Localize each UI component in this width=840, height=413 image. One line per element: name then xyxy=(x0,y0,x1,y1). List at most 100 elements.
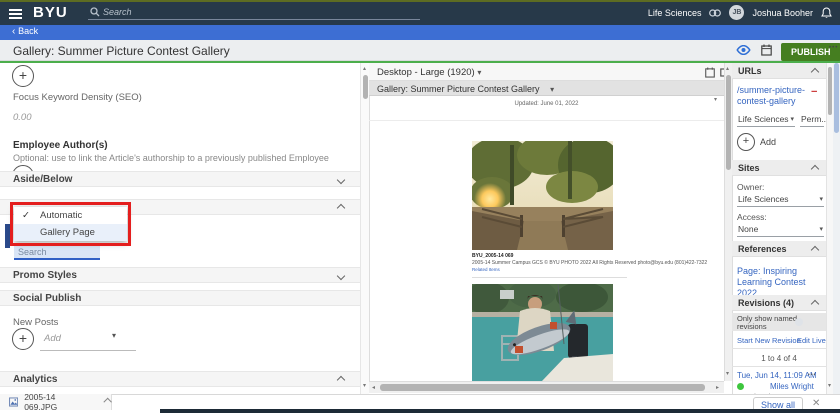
add-url-label[interactable]: Add xyxy=(760,137,776,147)
left-panel-scrollbar[interactable]: ▴ ▾ xyxy=(360,63,369,394)
section-aside-below[interactable]: Aside/Below xyxy=(0,171,360,187)
brightspot-cms-window: BYU Search Life Sciences JB Joshua Boohe… xyxy=(0,0,840,413)
caret-down-icon: ▾ xyxy=(819,196,823,203)
search-input[interactable]: Search xyxy=(103,7,132,17)
named-revisions-label: Only show named revisions xyxy=(737,314,798,331)
page-type-dropdown-menu: ✓ Automatic Gallery Page xyxy=(14,207,127,241)
section-analytics[interactable]: Analytics xyxy=(0,371,360,387)
caret-down-icon: ▾ xyxy=(550,85,555,94)
add-post-button[interactable]: + xyxy=(12,328,34,350)
top-navbar: BYU Search Life Sciences JB Joshua Boohe… xyxy=(0,0,840,25)
revision-author-link[interactable]: Miles Wright xyxy=(770,382,814,391)
chevron-up-icon xyxy=(336,375,346,385)
link-icon[interactable] xyxy=(709,8,722,17)
more-actions-button[interactable]: ••• xyxy=(829,45,838,51)
caret-down-icon: ▾ xyxy=(819,226,823,233)
revisions-pager: 1 to 4 of 4 xyxy=(761,354,797,363)
new-posts-label: New Posts xyxy=(13,317,59,328)
selected-item-indicator xyxy=(5,224,10,248)
widgets-panel-scrollbar[interactable]: ▾ xyxy=(826,63,833,394)
chevron-down-icon xyxy=(336,271,346,281)
preview-vertical-scrollbar[interactable]: ▴ ▾ xyxy=(724,63,732,381)
photo-sunset-boardwalk xyxy=(472,141,613,250)
current-site-label[interactable]: Life Sciences xyxy=(648,8,702,18)
preview-divider xyxy=(369,120,724,121)
scroll-right-icon[interactable]: ▸ xyxy=(716,385,719,391)
access-label: Access: xyxy=(737,212,767,222)
search-icon xyxy=(90,7,100,17)
url-link[interactable]: /summer-picture-contest-gallery xyxy=(737,85,809,107)
section-social-publish[interactable]: Social Publish xyxy=(0,290,360,306)
preview-device-bar: Desktop - Large (1920) ▾ xyxy=(369,63,730,81)
add-url-button[interactable]: + xyxy=(737,133,755,151)
start-new-revision-link[interactable]: Start New Revision xyxy=(737,336,801,345)
scrollbar-thumb[interactable] xyxy=(834,63,839,133)
focus-keyword-value: 0.00 xyxy=(13,112,32,123)
sites-section-header[interactable]: Sites xyxy=(732,160,826,176)
preview-eye-icon[interactable] xyxy=(736,45,751,55)
preview-page-tab-bar: Gallery: Summer Picture Contest Gallery … xyxy=(369,81,724,96)
scroll-up-icon[interactable]: ▴ xyxy=(726,66,729,72)
uploaded-file-chip[interactable]: 2005-14 069.JPG xyxy=(0,392,113,412)
schedule-calendar-icon[interactable] xyxy=(761,44,772,56)
notification-bell-icon[interactable] xyxy=(821,6,832,19)
avatar[interactable]: JB xyxy=(729,5,745,20)
scrollbar-thumb[interactable] xyxy=(363,75,368,99)
edit-live-link[interactable]: Edit Live xyxy=(797,336,826,345)
caret-down-icon: ▾ xyxy=(790,116,794,123)
employee-author-help: Optional: use to link the Article's auth… xyxy=(13,153,329,163)
scroll-down-icon[interactable]: ▾ xyxy=(363,383,366,389)
user-name[interactable]: Joshua Booher xyxy=(752,8,813,18)
preview-updated-line: Updated: June 01, 2022 xyxy=(514,101,579,107)
dropdown-option-gallery-page[interactable]: Gallery Page xyxy=(14,224,127,241)
scroll-left-icon[interactable]: ◂ xyxy=(372,385,375,391)
scrollbar-thumb[interactable] xyxy=(380,384,705,391)
owner-select[interactable]: Life Sciences ▾ xyxy=(737,192,824,207)
chevron-down-icon xyxy=(336,175,346,185)
device-size-select[interactable]: Desktop - Large (1920) ▾ xyxy=(377,67,481,78)
photo-man-with-fish xyxy=(472,284,613,381)
preview-horizontal-scrollbar[interactable]: ◂ ▸ xyxy=(369,381,724,393)
window-scrollbar[interactable] xyxy=(833,63,840,394)
caret-down-icon: ▾ xyxy=(477,68,482,77)
back-button[interactable]: ‹ Back xyxy=(12,26,38,37)
chevron-up-icon[interactable] xyxy=(104,397,113,407)
scroll-down-icon[interactable]: ▾ xyxy=(828,383,831,389)
scrollbar-thumb[interactable] xyxy=(726,75,731,170)
named-revisions-row: Only show named revisions xyxy=(732,313,826,331)
focus-keyword-label: Focus Keyword Density (SEO) xyxy=(13,92,142,103)
photo1-caption-title: BYU_2005-14 069 xyxy=(472,253,514,259)
preview-calendar-icon[interactable] xyxy=(705,67,715,78)
access-select[interactable]: None ▾ xyxy=(737,222,824,237)
remove-url-button[interactable]: − xyxy=(811,86,817,98)
photo1-caption-link[interactable]: Related Items xyxy=(472,267,500,272)
chevron-up-icon xyxy=(810,245,820,255)
image-file-icon xyxy=(9,397,19,407)
urls-section-header[interactable]: URLs xyxy=(732,63,826,79)
chevron-up-icon xyxy=(810,164,820,174)
add-post-placeholder[interactable]: Add xyxy=(44,333,61,344)
close-icon[interactable]: ✕ xyxy=(812,398,820,409)
chevron-up-icon xyxy=(336,203,346,213)
dropdown-search-input[interactable]: Search xyxy=(14,246,100,260)
back-arrow-icon: ‹ xyxy=(12,26,16,37)
preview-page-select[interactable]: Gallery: Summer Picture Contest Gallery … xyxy=(377,84,554,94)
scrollbar-thumb[interactable] xyxy=(828,67,832,115)
byu-logo[interactable]: BYU xyxy=(33,4,68,21)
revision-date-link[interactable]: Tue, Jun 14, 11:09 AM xyxy=(737,371,817,380)
caption-divider xyxy=(472,277,627,278)
chevron-up-icon xyxy=(810,67,820,77)
add-item-button[interactable]: + xyxy=(12,65,34,87)
url-type-select[interactable]: Perm...▾ xyxy=(800,112,832,127)
hamburger-menu-icon[interactable] xyxy=(9,7,22,21)
references-section-header[interactable]: References xyxy=(732,241,826,257)
scroll-down-icon[interactable]: ▾ xyxy=(726,371,729,377)
add-post-caret-icon[interactable]: ▾ xyxy=(112,331,116,340)
url-site-select[interactable]: Life Sciences ▾ xyxy=(737,112,795,127)
dropdown-option-automatic[interactable]: ✓ Automatic xyxy=(14,207,127,224)
revisions-section-header[interactable]: Revisions (4) xyxy=(732,295,826,311)
page-title: Gallery: Summer Picture Contest Gallery xyxy=(13,44,230,58)
section-promo-styles[interactable]: Promo Styles xyxy=(0,267,360,283)
scroll-up-icon[interactable]: ▴ xyxy=(363,66,366,72)
revision-more-button[interactable]: ••• xyxy=(808,372,816,378)
